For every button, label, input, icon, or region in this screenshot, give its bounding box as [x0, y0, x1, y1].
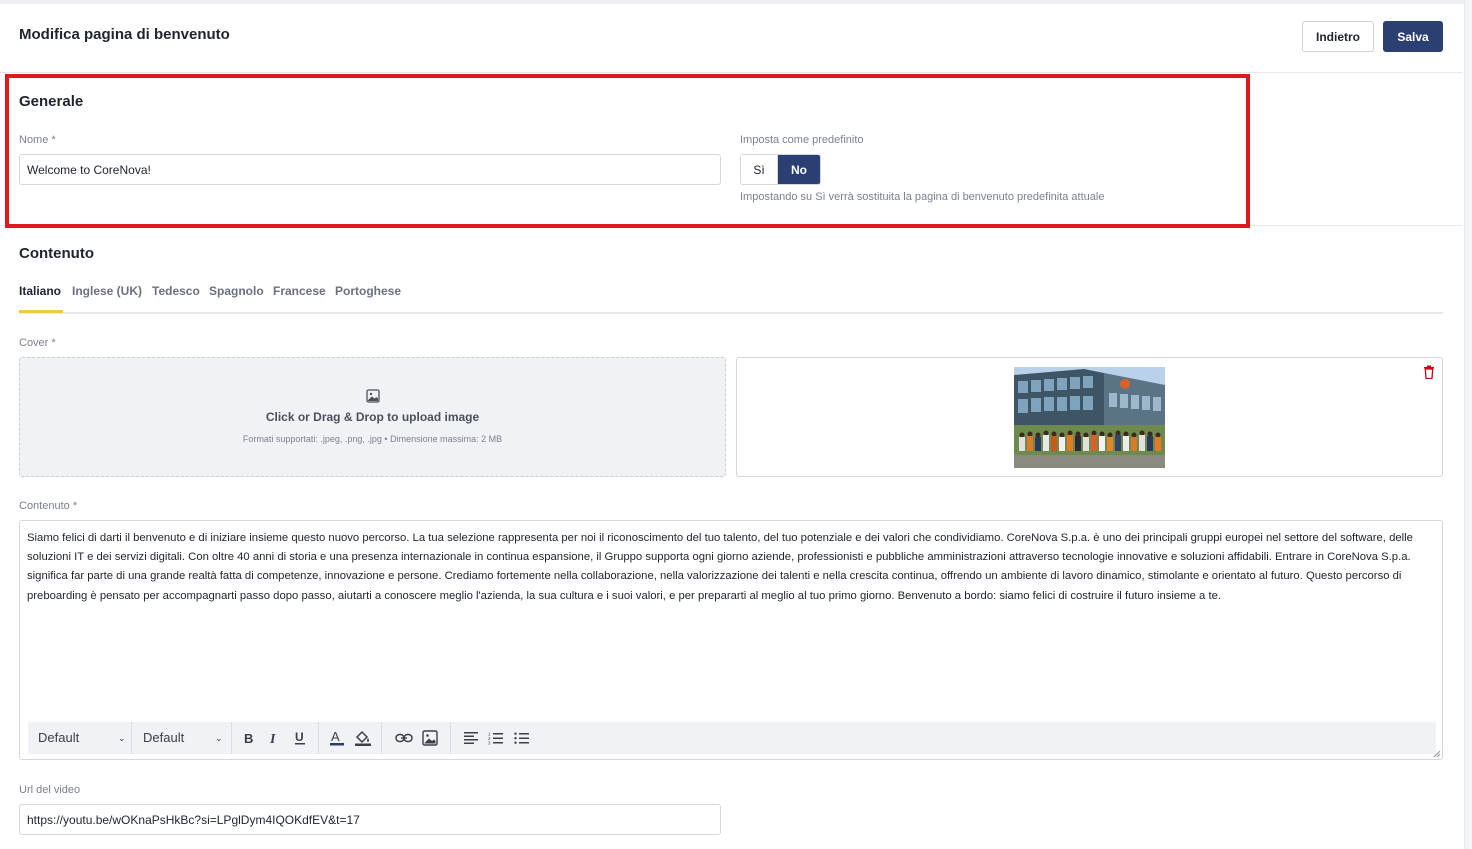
toolbar-separator	[131, 722, 132, 754]
resize-handle-icon[interactable]	[1433, 750, 1441, 758]
font-size-select-value: Default	[143, 730, 185, 745]
trash-icon[interactable]	[1423, 365, 1435, 379]
link-icon[interactable]	[394, 728, 414, 748]
chevron-down-icon: ⌄	[215, 733, 223, 743]
tab-tedesco[interactable]: Tedesco	[152, 284, 200, 298]
svg-text:B: B	[244, 731, 253, 745]
bullet-list-icon[interactable]	[512, 728, 532, 748]
active-tab-indicator	[19, 310, 63, 313]
upload-subtitle: Formati supportati: .jpeg, .png, .jpg • …	[242, 434, 503, 444]
underline-icon[interactable]: U	[290, 728, 310, 748]
cover-preview	[736, 357, 1443, 477]
chevron-down-icon: ⌄	[118, 733, 126, 743]
svg-text:U: U	[295, 730, 304, 744]
cover-image	[1014, 367, 1165, 468]
header-divider	[0, 72, 1462, 73]
back-button[interactable]: Indietro	[1302, 21, 1374, 52]
general-section-highlight	[5, 74, 1250, 228]
tab-francese[interactable]: Francese	[273, 284, 326, 298]
scrollbar-track[interactable]	[1464, 0, 1472, 849]
bold-icon[interactable]: B	[239, 728, 259, 748]
cover-label: Cover *	[19, 337, 56, 349]
content-editor-text[interactable]: Siamo felici di darti il benvenuto e di …	[27, 529, 1432, 606]
tab-italiano[interactable]: Italiano	[19, 284, 61, 298]
video-url-input[interactable]	[19, 804, 721, 835]
tab-inglese-uk[interactable]: Inglese (UK)	[72, 284, 142, 298]
font-family-select-value: Default	[38, 730, 80, 745]
upload-title: Click or Drag & Drop to upload image	[265, 410, 480, 424]
svg-text:3: 3	[488, 741, 491, 746]
font-family-select[interactable]: Default ⌄	[38, 722, 130, 754]
toolbar-separator	[450, 722, 451, 754]
image-upload-dropzone[interactable]: Click or Drag & Drop to upload image For…	[19, 357, 726, 477]
content-label: Contenuto *	[19, 500, 78, 512]
tab-spagnolo[interactable]: Spagnolo	[209, 284, 264, 298]
image-icon[interactable]	[420, 728, 440, 748]
font-size-select[interactable]: Default ⌄	[143, 722, 225, 754]
editor-toolbar: Default ⌄ Default ⌄ B I U A 1 2 3	[28, 722, 1436, 754]
toolbar-separator	[231, 722, 232, 754]
video-url-label: Url del video	[19, 784, 81, 796]
image-icon	[366, 389, 380, 403]
tab-portoghese[interactable]: Portoghese	[335, 284, 401, 298]
toolbar-separator	[381, 722, 382, 754]
page-title: Modifica pagina di benvenuto	[19, 26, 230, 43]
ordered-list-icon[interactable]: 123	[486, 728, 506, 748]
svg-text:A: A	[331, 729, 340, 744]
font-color-icon[interactable]: A	[327, 728, 347, 748]
italic-icon[interactable]: I	[264, 728, 284, 748]
content-section-title: Contenuto	[19, 245, 94, 262]
highlight-icon[interactable]	[353, 728, 373, 748]
language-tabs: Italiano Inglese (UK) Tedesco Spagnolo F…	[19, 283, 1443, 314]
svg-text:I: I	[269, 732, 276, 745]
page-header: Modifica pagina di benvenuto Indietro Sa…	[0, 4, 1462, 72]
toolbar-separator	[318, 722, 319, 754]
align-left-icon[interactable]	[461, 728, 481, 748]
save-button[interactable]: Salva	[1383, 21, 1443, 52]
content-editor[interactable]: Siamo felici di darti il benvenuto e di …	[19, 520, 1443, 760]
